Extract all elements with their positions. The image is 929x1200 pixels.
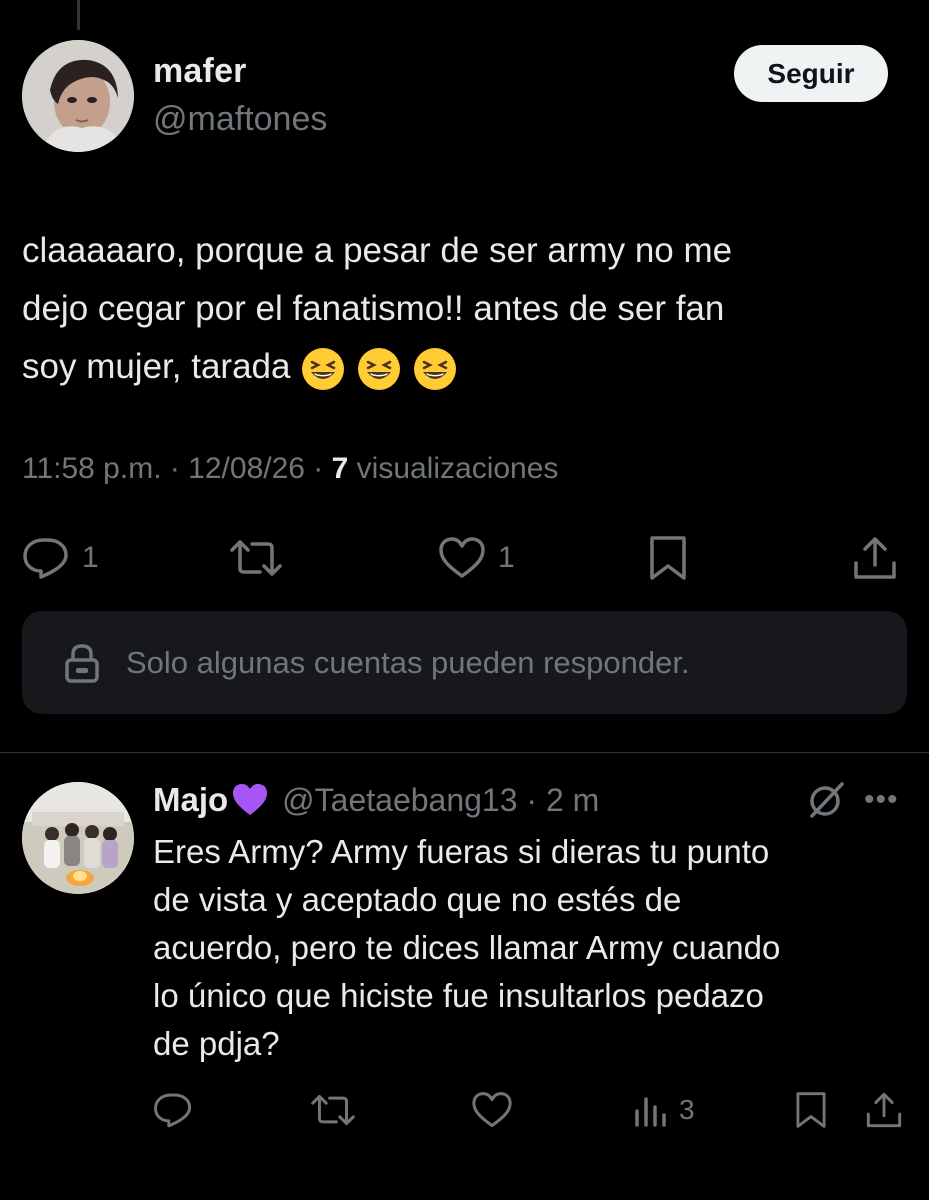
grinning-squinting-face-icon: [302, 347, 345, 390]
grinning-squinting-face-icon: [358, 347, 401, 390]
reply-author-name[interactable]: Majo: [153, 781, 228, 819]
tweet-meta: 11:58 p.m. · 12/08/26 · 7 visualizacione…: [22, 452, 558, 486]
grok-icon[interactable]: [806, 780, 846, 820]
reply-views-count: 3: [679, 1094, 695, 1125]
lock-icon: [65, 643, 99, 683]
retweet-icon: [230, 540, 282, 576]
reply-header: Majo @Taetaebang13 · 2 m: [153, 778, 599, 822]
author-handle[interactable]: @maftones: [153, 100, 327, 139]
retweet-icon: [311, 1094, 355, 1126]
reply-views-action[interactable]: 3: [633, 1088, 695, 1132]
bookmark-icon: [650, 536, 686, 580]
divider: [0, 752, 929, 753]
heart-icon: [472, 1092, 512, 1128]
thread-connector-line: [77, 0, 80, 30]
reply-bookmark-action[interactable]: [793, 1088, 829, 1132]
reply-text: Eres Army? Army fueras si dieras tu punt…: [153, 833, 781, 1062]
analytics-icon: [635, 1097, 666, 1127]
reply-restriction-notice: Solo algunas cuentas pueden responder.: [22, 611, 907, 714]
bookmark-icon: [796, 1092, 826, 1128]
purple-heart-icon: [233, 784, 268, 815]
reply-actions: 3: [153, 1088, 905, 1132]
share-action[interactable]: [852, 530, 898, 586]
reply-avatar[interactable]: [22, 782, 134, 894]
author-name[interactable]: mafer: [153, 52, 247, 91]
timestamp[interactable]: 11:58 p.m. · 12/08/26 ·: [22, 452, 332, 485]
views-count: 7: [331, 452, 349, 485]
retweet-action[interactable]: [230, 530, 282, 586]
reply-share-action[interactable]: [865, 1088, 903, 1132]
share-icon: [854, 537, 896, 579]
more-options-icon[interactable]: •••: [864, 785, 904, 815]
share-icon: [866, 1092, 902, 1128]
like-count: 1: [498, 541, 515, 574]
views-label: visualizaciones: [348, 452, 559, 485]
reply-icon: [23, 538, 68, 579]
reply-author-handle[interactable]: @Taetaebang13 · 2 m: [282, 782, 599, 819]
reply-like-action[interactable]: [471, 1088, 513, 1132]
reply-count: 1: [82, 541, 99, 574]
emoji-group: [300, 346, 458, 392]
bookmark-action[interactable]: [646, 530, 690, 586]
reply-icon: [154, 1093, 192, 1128]
grinning-squinting-face-icon: [414, 347, 457, 390]
tweet-text: claaaaaro, porque a pesar de ser army no…: [22, 222, 902, 396]
reply-action[interactable]: 1: [22, 530, 99, 586]
follow-button[interactable]: Seguir: [734, 45, 888, 102]
reply-restriction-text: Solo algunas cuentas pueden responder.: [126, 644, 690, 680]
reply-retweet-action[interactable]: [311, 1088, 355, 1132]
heart-icon: [439, 537, 485, 578]
reply-reply-action[interactable]: [153, 1088, 193, 1132]
author-avatar[interactable]: [22, 40, 134, 152]
tweet-actions: 1 1: [22, 530, 898, 586]
like-action[interactable]: 1: [438, 530, 515, 586]
